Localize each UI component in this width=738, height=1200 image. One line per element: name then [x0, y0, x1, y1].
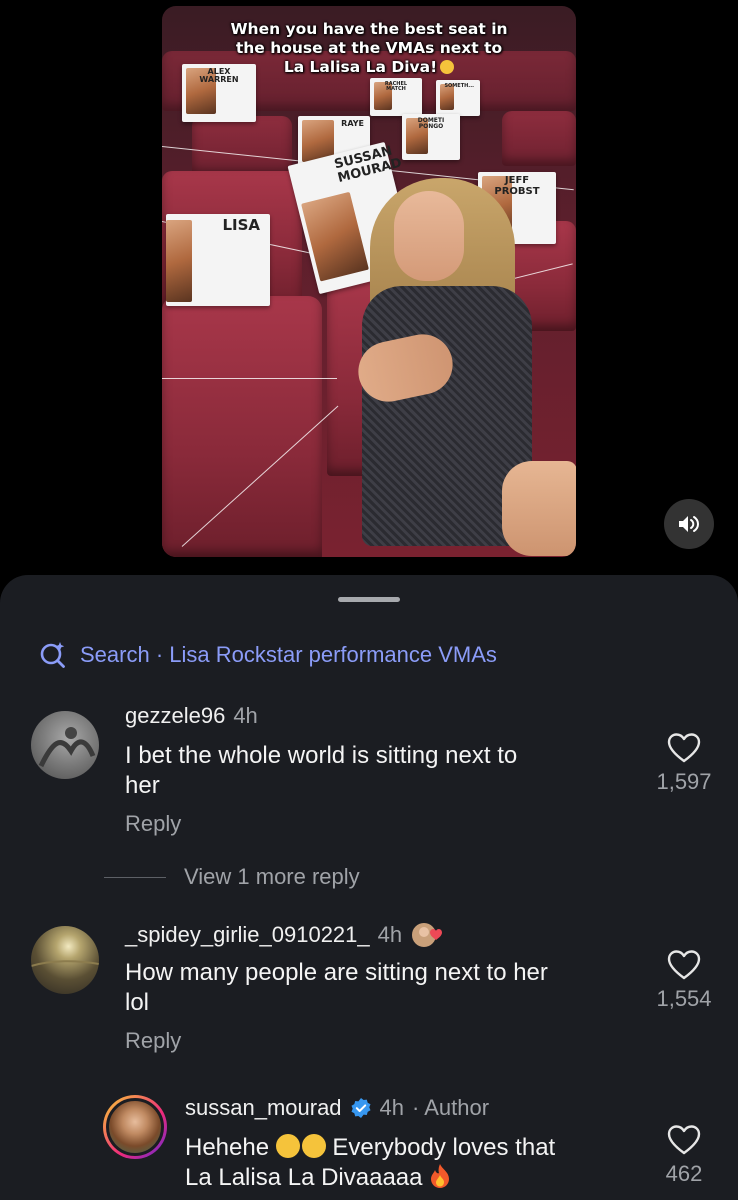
comment-time: 4h: [379, 1095, 405, 1120]
comment-time: 4h: [233, 703, 258, 728]
seat-front: [162, 296, 322, 557]
video-caption: When you have the best seat in the house…: [162, 20, 576, 77]
creator-liked-badge: [410, 920, 450, 950]
seat-string: [162, 378, 337, 379]
avatar: [106, 1098, 164, 1156]
creator-liked-icon: [410, 921, 443, 949]
caption-line: When you have the best seat in: [230, 20, 508, 38]
avatar[interactable]: [31, 711, 99, 779]
seat-card-lisa: LISA: [166, 214, 270, 306]
seat-card: SOMETH...: [436, 80, 480, 116]
video-area: ALEX WARREN RACHEL MATCH SOMETH... RAYE …: [0, 0, 738, 575]
like-button[interactable]: 462: [654, 1125, 714, 1187]
comments-sheet: Search · Lisa Rockstar performance VMAs …: [0, 575, 738, 1200]
loudly-crying-face-emoji: [440, 60, 455, 74]
avatar-image: [38, 727, 96, 768]
like-button[interactable]: 1,597: [654, 733, 714, 795]
search-suggestion[interactable]: Search · Lisa Rockstar performance VMAs: [38, 640, 497, 670]
seat: [502, 111, 576, 166]
like-count: 1,597: [656, 769, 712, 794]
woman-face: [394, 191, 464, 281]
speaker-icon: [679, 516, 700, 532]
comment-time: 4h: [377, 922, 403, 947]
caption-line: La Lalisa La Diva!: [162, 58, 576, 77]
rolling-laughing-emoji: [301, 1134, 326, 1158]
seat-card: RACHEL MATCH: [370, 78, 422, 116]
divider: [104, 876, 166, 878]
heart-icon: [667, 950, 701, 980]
avatar-image: [31, 960, 99, 967]
reply-button[interactable]: Reply: [125, 811, 181, 837]
woman-leg: [502, 461, 576, 556]
like-button[interactable]: 1,554: [654, 950, 714, 1012]
reply-button[interactable]: Reply: [125, 1028, 181, 1054]
video-player[interactable]: ALEX WARREN RACHEL MATCH SOMETH... RAYE …: [162, 6, 576, 557]
caption-line: the house at the VMAs next to: [235, 39, 503, 57]
search-suggestion-text: Search · Lisa Rockstar performance VMAs: [80, 642, 497, 667]
avatar[interactable]: [31, 926, 99, 994]
seat: [192, 116, 292, 176]
comment-text: Hehehe Everybody loves that La Lalisa La…: [185, 1134, 556, 1191]
comment-username[interactable]: _spidey_girlie_0910221_: [125, 922, 370, 948]
comment-username[interactable]: gezzele96: [125, 703, 225, 729]
like-count: 462: [665, 1161, 703, 1186]
author-label: · Author: [412, 1095, 490, 1120]
heart-icon: [667, 1125, 701, 1155]
view-more-replies[interactable]: View 1 more reply: [104, 864, 360, 890]
drag-handle[interactable]: [338, 597, 400, 602]
rolling-laughing-emoji: [275, 1134, 300, 1158]
comment-username[interactable]: sussan_mourad: [185, 1095, 342, 1121]
like-count: 1,554: [656, 986, 712, 1011]
avatar-story-ring[interactable]: [103, 1095, 167, 1159]
mute-button[interactable]: [664, 499, 714, 549]
verified-badge-icon: [351, 1098, 371, 1118]
search-sparkle-icon: [40, 642, 65, 668]
seat-card: DOMETI PONGO: [402, 114, 460, 160]
comment-text: I bet the whole world is sitting next to…: [125, 742, 518, 799]
heart-icon: [667, 733, 701, 763]
fire-emoji: [431, 1164, 450, 1188]
view-more-replies-label: View 1 more reply: [184, 864, 360, 889]
comment-text: How many people are sitting next to her …: [125, 959, 548, 1016]
